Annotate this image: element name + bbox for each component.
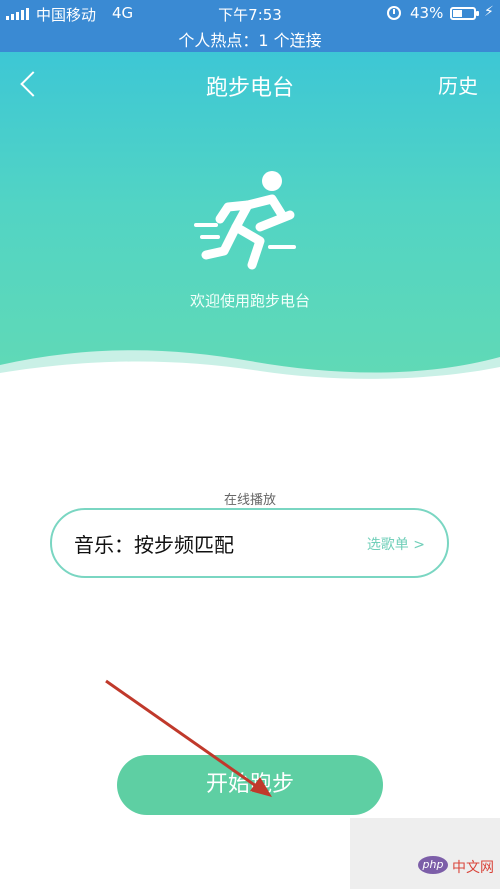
page-title: 跑步电台 — [205, 76, 294, 101]
status-bar: 中国移动 4G 下午7:53 43% ⚡ 个人热点：1 个连接 — [0, 0, 500, 52]
music-mode-card[interactable]: 音乐：按步频匹配 选歌单 > — [50, 508, 449, 578]
status-row: 中国移动 4G 下午7:53 43% ⚡ — [0, 0, 500, 26]
hotspot-banner[interactable]: 个人热点：1 个连接 — [0, 27, 500, 51]
battery-icon — [450, 7, 479, 20]
history-button[interactable]: 历史 — [438, 70, 478, 99]
watermark-area — [350, 818, 500, 889]
runner-icon — [194, 171, 296, 270]
php-logo: php — [418, 856, 448, 874]
watermark-text: 中文网 — [452, 860, 494, 876]
annotation-arrow — [105, 679, 272, 797]
alarm-icon — [387, 6, 401, 20]
select-playlist-link[interactable]: 选歌单 > — [367, 534, 425, 554]
music-mode-title: 音乐：按步频匹配 — [74, 533, 234, 557]
charging-icon: ⚡ — [484, 4, 494, 20]
battery-percentage: 43% — [410, 4, 444, 22]
online-play-label: 在线播放 — [0, 489, 500, 508]
wave-divider — [0, 350, 500, 397]
welcome-text: 欢迎使用跑步电台 — [189, 292, 310, 310]
hero-header: 跑步电台 历史 欢迎使用跑步电台 — [0, 52, 500, 397]
